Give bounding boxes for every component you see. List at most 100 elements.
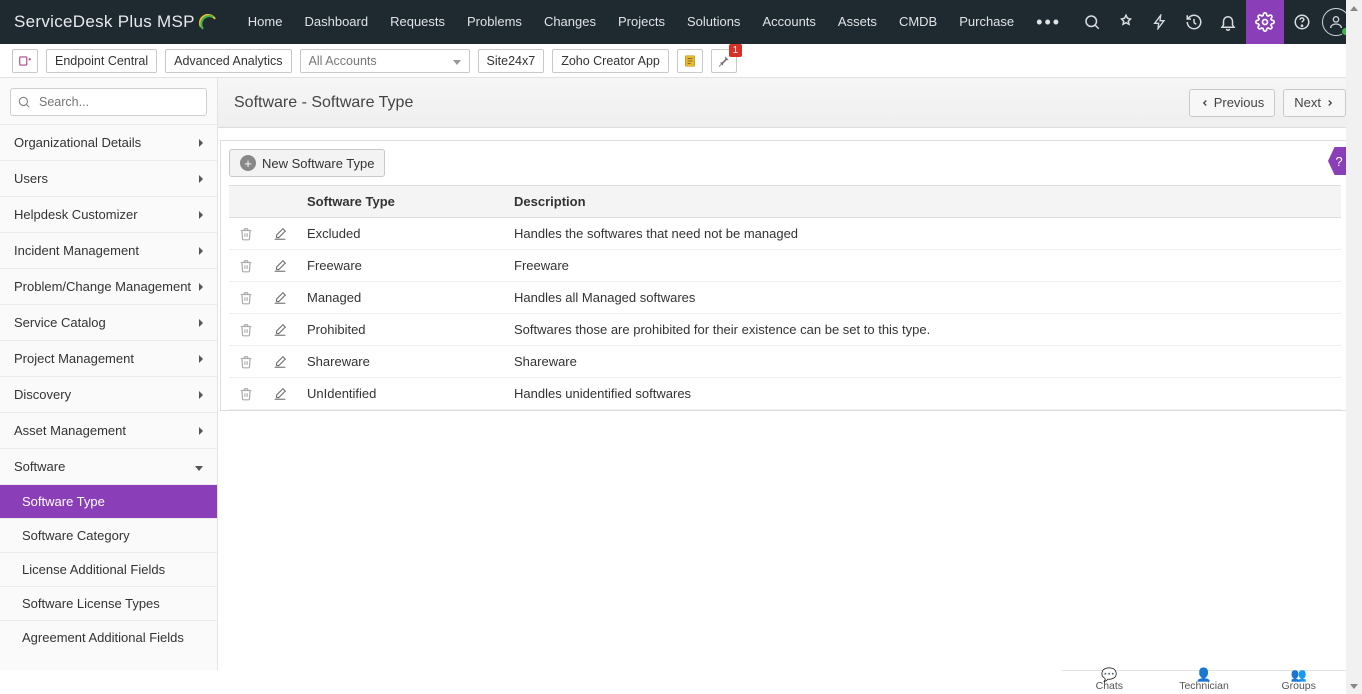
- delete-icon[interactable]: [229, 314, 263, 346]
- top-navbar: ServiceDesk Plus MSP Home Dashboard Requ…: [0, 0, 1362, 44]
- nav-accounts[interactable]: Accounts: [751, 0, 826, 44]
- cell-type: Excluded: [297, 218, 504, 250]
- nav-problems[interactable]: Problems: [456, 0, 533, 44]
- footer-technician[interactable]: 👤Technician: [1157, 670, 1252, 694]
- scroll-up-icon[interactable]: [1346, 0, 1362, 16]
- primary-nav: Home Dashboard Requests Problems Changes…: [237, 0, 1076, 44]
- chip-site24x7[interactable]: Site24x7: [478, 49, 545, 73]
- edit-icon[interactable]: [263, 314, 297, 346]
- col-description: Description: [504, 186, 1341, 218]
- search-icon: [17, 95, 31, 109]
- nav-more[interactable]: •••: [1025, 0, 1072, 44]
- sidebar-section-3[interactable]: Incident Management: [0, 233, 217, 268]
- chevron-icon: [199, 351, 203, 366]
- nav-assets[interactable]: Assets: [827, 0, 888, 44]
- notes-icon[interactable]: [677, 49, 703, 73]
- nav-home[interactable]: Home: [237, 0, 294, 44]
- chat-icon: 💬: [1062, 670, 1157, 680]
- previous-button[interactable]: Previous: [1189, 89, 1276, 117]
- account-selector-label: All Accounts: [309, 54, 377, 68]
- nav-projects[interactable]: Projects: [607, 0, 676, 44]
- nav-changes[interactable]: Changes: [533, 0, 607, 44]
- sidebar-section-7[interactable]: Discovery: [0, 377, 217, 412]
- sidebar-section-9[interactable]: Software: [0, 449, 217, 484]
- notifications-icon[interactable]: [1212, 6, 1244, 38]
- nav-solutions[interactable]: Solutions: [676, 0, 751, 44]
- sidebar-item-4[interactable]: Agreement Additional Fields: [0, 620, 217, 654]
- sidebar-section-5[interactable]: Service Catalog: [0, 305, 217, 340]
- history-icon[interactable]: [1178, 6, 1210, 38]
- next-button[interactable]: Next: [1283, 89, 1346, 117]
- person-icon: 👤: [1157, 670, 1252, 680]
- sidebar-item-3[interactable]: Software License Types: [0, 586, 217, 620]
- chevron-icon: [199, 279, 203, 294]
- chip-advanced-analytics[interactable]: Advanced Analytics: [165, 49, 291, 73]
- sidebar-section-label: Users: [14, 171, 48, 186]
- footer-chats[interactable]: 💬Chats: [1062, 670, 1157, 694]
- brand-line1: ServiceDesk: [14, 12, 113, 32]
- nav-cmdb[interactable]: CMDB: [888, 0, 948, 44]
- account-selector[interactable]: All Accounts: [300, 49, 470, 73]
- sidebar-section-label: Service Catalog: [14, 315, 106, 330]
- chip-endpoint-central[interactable]: Endpoint Central: [46, 49, 157, 73]
- sidebar-section-0[interactable]: Organizational Details: [0, 125, 217, 160]
- cell-type: UnIdentified: [297, 378, 504, 410]
- new-software-type-button[interactable]: + New Software Type: [229, 149, 385, 177]
- search-global-icon[interactable]: [1076, 6, 1108, 38]
- edit-icon[interactable]: [263, 346, 297, 378]
- edit-icon[interactable]: [263, 282, 297, 314]
- nav-dashboard[interactable]: Dashboard: [293, 0, 379, 44]
- footer-groups-label: Groups: [1281, 680, 1315, 692]
- sidebar-item-1[interactable]: Software Category: [0, 518, 217, 552]
- delete-icon[interactable]: [229, 250, 263, 282]
- delete-icon[interactable]: [229, 218, 263, 250]
- cell-desc: Shareware: [504, 346, 1341, 378]
- plus-icon: +: [240, 155, 256, 171]
- chevron-icon: [195, 459, 203, 474]
- bolt-icon[interactable]: [1144, 6, 1176, 38]
- settings-icon[interactable]: [1246, 0, 1284, 44]
- chevron-down-icon: [453, 54, 461, 68]
- scroll-down-icon[interactable]: [1346, 678, 1362, 694]
- settings-sidebar: Organizational Details Users Helpdesk Cust…: [0, 78, 218, 670]
- sidebar-section-1[interactable]: Users: [0, 161, 217, 196]
- cell-desc: Softwares those are prohibited for their…: [504, 314, 1341, 346]
- sidebar-section-6[interactable]: Project Management: [0, 341, 217, 376]
- previous-label: Previous: [1214, 95, 1265, 110]
- topbar-right: [1076, 0, 1352, 44]
- vertical-scrollbar[interactable]: [1346, 0, 1362, 694]
- pin-icon[interactable]: 1: [711, 49, 737, 73]
- sidebar-section-2[interactable]: Helpdesk Customizer: [0, 197, 217, 232]
- main-content: Software - Software Type Previous Next ?…: [218, 78, 1362, 670]
- help-icon[interactable]: [1286, 6, 1318, 38]
- cell-type: Managed: [297, 282, 504, 314]
- edit-icon[interactable]: [263, 218, 297, 250]
- sidebar-search: [10, 88, 207, 116]
- sidebar-section-label: Helpdesk Customizer: [14, 207, 138, 222]
- delete-icon[interactable]: [229, 346, 263, 378]
- quick-create-icon[interactable]: [12, 49, 38, 73]
- page-title: Software - Software Type: [234, 94, 413, 112]
- table-row: ExcludedHandles the softwares that need …: [229, 218, 1341, 250]
- footer-chats-label: Chats: [1096, 680, 1123, 692]
- brand-arc-icon: [199, 13, 217, 31]
- sidebar-item-0[interactable]: Software Type: [0, 484, 217, 518]
- edit-icon[interactable]: [263, 378, 297, 410]
- sidebar-section-label: Organizational Details: [14, 135, 141, 150]
- sidebar-section-4[interactable]: Problem/Change Management: [0, 269, 217, 304]
- quick-add-icon[interactable]: [1110, 6, 1142, 38]
- edit-icon[interactable]: [263, 250, 297, 282]
- nav-purchase[interactable]: Purchase: [948, 0, 1025, 44]
- sidebar-section-8[interactable]: Asset Management: [0, 413, 217, 448]
- chip-zoho-creator[interactable]: Zoho Creator App: [552, 49, 669, 73]
- delete-icon[interactable]: [229, 378, 263, 410]
- sidebar-search-input[interactable]: [10, 88, 207, 116]
- brand-line2: Plus MSP: [118, 12, 195, 32]
- sidebar-item-2[interactable]: License Additional Fields: [0, 552, 217, 586]
- nav-requests[interactable]: Requests: [379, 0, 456, 44]
- footer-groups[interactable]: 👥Groups: [1251, 670, 1346, 694]
- sidebar-section-label: Project Management: [14, 351, 134, 366]
- chevron-icon: [199, 207, 203, 222]
- pin-badge: 1: [729, 44, 742, 57]
- delete-icon[interactable]: [229, 282, 263, 314]
